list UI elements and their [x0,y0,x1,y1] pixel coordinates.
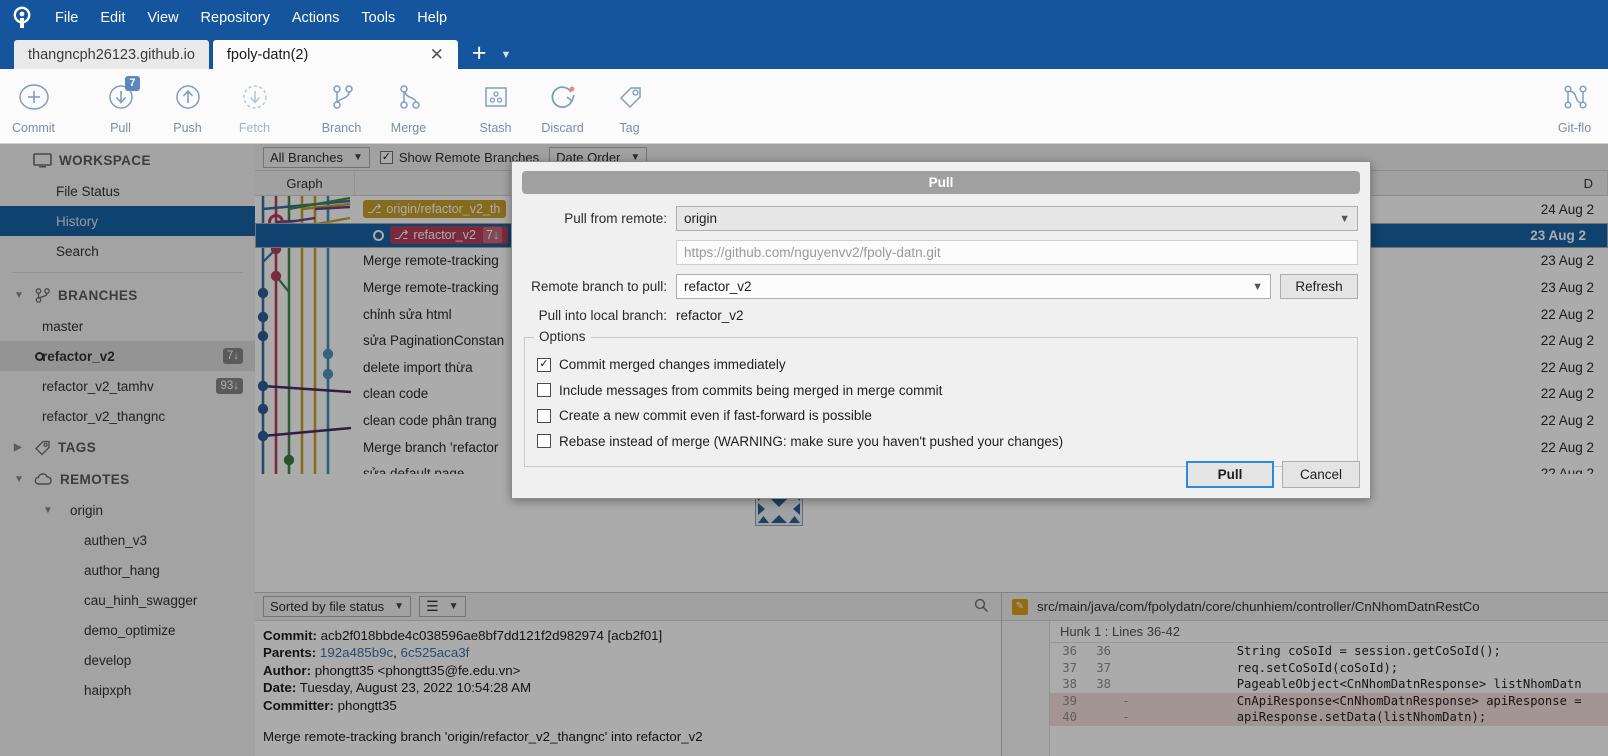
option-include-messages[interactable]: Include messages from commits being merg… [537,378,1345,404]
merge-button[interactable]: Merge [375,70,442,142]
close-icon[interactable]: ✕ [408,46,444,63]
option-label: Create a new commit even if fast-forward… [559,408,872,424]
option-label: Include messages from commits being merg… [559,382,943,398]
options-group-title: Options [534,329,591,344]
menu-tools[interactable]: Tools [351,6,405,30]
toolbar-label: Discard [541,121,584,135]
remote-select[interactable]: origin ▼ [676,206,1358,231]
commit-plus-icon [17,80,51,114]
option-create-new-commit[interactable]: Create a new commit even if fast-forward… [537,403,1345,429]
tab-fpoly-datn[interactable]: fpoly-datn(2) ✕ [212,40,458,69]
local-branch-row: Pull into local branch: refactor_v2 [524,308,1358,323]
gitflow-button[interactable]: Git-flo [1541,70,1608,142]
tag-icon [613,80,647,114]
toolbar-label: Commit [11,121,56,135]
pull-button[interactable]: 7 Pull [87,70,154,142]
sourcetree-logo-icon [0,0,44,36]
toolbar-label: Fetch [238,121,271,135]
menu-repository[interactable]: Repository [191,6,280,30]
branch-button[interactable]: Branch [308,70,375,142]
options-group: Options ✓ Commit merged changes immediat… [524,329,1358,467]
commit-button[interactable]: Commit [0,70,67,142]
option-commit-merged-immediately[interactable]: ✓ Commit merged changes immediately [537,352,1345,378]
checkbox-box: ✓ [537,357,551,372]
discard-circular-arrow-icon [546,80,580,114]
fetch-dashed-arrow-icon [238,80,272,114]
toolbar-label: Branch [321,121,362,135]
discard-button[interactable]: Discard [529,70,596,142]
menu-view[interactable]: View [137,6,188,30]
stash-icon [479,80,513,114]
tab-label: thangncph26123.github.io [28,46,195,63]
local-branch-value: refactor_v2 [676,308,744,323]
remote-branch-row: Remote branch to pull: refactor_v2 ▼ Ref… [524,274,1358,299]
menu-actions[interactable]: Actions [282,6,350,30]
stash-button[interactable]: Stash [462,70,529,142]
pull-count-badge: 7 [125,76,140,91]
remote-branch-label: Remote branch to pull: [531,279,667,294]
remote-url-field[interactable]: https://github.com/nguyenvv2/fpoly-datn.… [676,240,1358,265]
menu-bar: File Edit View Repository Actions Tools … [0,0,1608,36]
push-up-arrow-icon [171,80,205,114]
option-label: Rebase instead of merge (WARNING: make s… [559,433,1064,449]
pull-down-arrow-icon: 7 [104,76,140,114]
pull-from-remote-row: Pull from remote: origin ▼ [524,206,1358,231]
remote-url-placeholder: https://github.com/nguyenvv2/fpoly-datn.… [684,245,941,260]
main-toolbar: Commit 7 Pull Push Fetch Branch Merge St… [0,69,1608,144]
dialog-body: Pull from remote: origin ▼ https://githu… [512,194,1370,323]
tab-label: fpoly-datn(2) [226,46,309,63]
checkbox-box [537,383,551,398]
tag-button[interactable]: Tag [596,70,663,142]
remote-select-value: origin [684,211,718,226]
chevron-down-icon: ▼ [1252,280,1263,293]
gitflow-icon [1558,80,1592,114]
refresh-button[interactable]: Refresh [1280,274,1358,299]
dialog-title: Pull [522,171,1360,194]
tab-bar: thangncph26123.github.io fpoly-datn(2) ✕… [0,36,1608,69]
toolbar-label: Pull [110,121,131,135]
pull-from-remote-label: Pull from remote: [564,211,667,226]
pull-confirm-button[interactable]: Pull [1186,461,1274,488]
remote-branch-select[interactable]: refactor_v2 ▼ [676,274,1271,299]
pull-dialog: Pull Pull from remote: origin ▼ https://… [511,161,1371,499]
menu-help[interactable]: Help [407,6,457,30]
fetch-button[interactable]: Fetch [221,70,288,142]
toolbar-label: Git-flo [1557,121,1592,135]
remote-url-row: https://github.com/nguyenvv2/fpoly-datn.… [524,240,1358,265]
toolbar-label: Merge [390,121,427,135]
push-button[interactable]: Push [154,70,221,142]
toolbar-label: Stash [479,121,512,135]
checkbox-box [537,434,551,449]
menu-edit[interactable]: Edit [90,6,135,30]
cancel-button[interactable]: Cancel [1282,461,1360,488]
chevron-down-icon[interactable]: ▼ [497,49,520,69]
chevron-down-icon: ▼ [1339,212,1350,225]
option-label: Commit merged changes immediately [559,357,786,373]
plus-icon[interactable]: + [462,41,497,69]
branch-icon [325,80,359,114]
checkbox-box [537,408,551,423]
toolbar-label: Tag [619,121,640,135]
merge-icon [392,80,426,114]
dialog-footer: Pull Cancel [1186,461,1360,488]
toolbar-label: Push [173,121,202,135]
remote-branch-value: refactor_v2 [684,279,752,294]
menu-file[interactable]: File [45,6,88,30]
local-branch-label: Pull into local branch: [538,308,667,323]
tab-thangncph26123[interactable]: thangncph26123.github.io [14,40,209,69]
option-rebase-instead-of-merge[interactable]: Rebase instead of merge (WARNING: make s… [537,429,1345,455]
